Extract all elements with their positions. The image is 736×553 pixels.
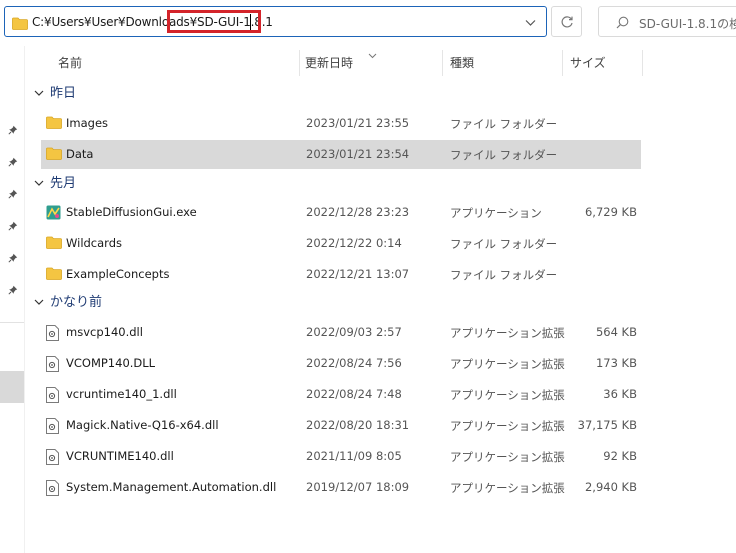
app-icon [46,205,61,223]
file-type: ファイル フォルダー [450,237,558,251]
refresh-button[interactable] [551,6,582,37]
file-size: 92 KB [603,449,637,463]
file-date: 2022/08/20 18:31 [306,418,410,432]
group-label: 先月 [50,176,77,191]
file-type: アプリケーション拡張 [450,450,565,464]
file-row[interactable]: VCOMP140.DLL 2022/08/24 7:56 アプリケーション拡張 … [41,349,641,378]
folder-icon [46,267,62,283]
file-name: Data [66,147,94,161]
group-header-yesterday[interactable]: 昨日 [34,84,76,104]
pin-icon[interactable] [8,284,18,298]
file-date: 2022/12/22 0:14 [306,236,402,250]
file-date: 2023/01/21 23:54 [306,147,410,161]
file-type: アプリケーション拡張 [450,326,565,340]
file-type: アプリケーション拡張 [450,357,565,371]
file-date: 2022/08/24 7:56 [306,356,402,370]
file-name: System.Management.Automation.dll [66,480,277,494]
file-row[interactable]: Images 2023/01/21 23:55 ファイル フォルダー [41,109,641,138]
file-size: 6,729 KB [584,205,637,219]
file-name: Wildcards [66,236,122,250]
file-name: Images [66,116,109,130]
file-size: 2,940 KB [584,480,637,494]
chevron-down-icon [34,293,44,313]
dll-icon [46,449,59,468]
nav-selected-item[interactable] [0,371,24,403]
chevron-down-icon [34,174,44,194]
folder-icon [12,17,28,33]
dll-icon [46,480,59,499]
file-type: アプリケーション拡張 [450,388,565,402]
file-name: StableDiffusionGui.exe [66,205,197,219]
file-date: 2021/11/09 8:05 [306,449,402,463]
file-row[interactable]: Data 2023/01/21 23:54 ファイル フォルダー [41,140,641,169]
file-name: vcruntime140_1.dll [66,387,177,401]
file-name: VCOMP140.DLL [66,356,156,370]
file-row[interactable]: vcruntime140_1.dll 2022/08/24 7:48 アプリケー… [41,380,641,409]
file-type: ファイル フォルダー [450,148,558,162]
folder-icon [46,147,62,163]
toolbar: C:¥Users¥User¥Downloads¥SD-GUI-1.8.1 SD-… [0,0,736,46]
pin-icon[interactable] [8,220,18,234]
file-row[interactable]: StableDiffusionGui.exe 2022/12/28 23:23 … [41,198,641,227]
file-size: 37,175 KB [577,418,637,432]
chevron-down-icon[interactable] [525,16,536,30]
dll-icon [46,387,59,406]
folder-icon [46,236,62,252]
file-type: アプリケーション拡張 [450,481,565,495]
file-name: Magick.Native-Q16-x64.dll [66,418,219,432]
pin-icon[interactable] [8,124,18,138]
group-label: 昨日 [50,86,77,101]
file-row[interactable]: msvcp140.dll 2022/09/03 2:57 アプリケーション拡張 … [41,318,641,347]
column-header-type[interactable]: 種類 [446,50,562,76]
navigation-pane [0,46,24,553]
file-row[interactable]: Magick.Native-Q16-x64.dll 2022/08/20 18:… [41,411,641,440]
file-size: 36 KB [603,387,637,401]
file-row[interactable]: VCRUNTIME140.dll 2021/11/09 8:05 アプリケーショ… [41,442,641,471]
chevron-down-icon [34,84,44,104]
file-name: VCRUNTIME140.dll [66,449,174,463]
file-size: 564 KB [595,325,637,339]
column-header-size[interactable]: サイズ [566,50,642,76]
column-separator[interactable] [299,50,300,76]
group-header-long-ago[interactable]: かなり前 [34,293,102,313]
search-box[interactable]: SD-GUI-1.8.1の検索 [598,6,736,37]
file-date: 2022/12/28 23:23 [306,205,410,219]
text-cursor [250,14,251,30]
file-size: 173 KB [595,356,637,370]
file-date: 2022/12/21 13:07 [306,267,410,281]
file-date: 2019/12/07 18:09 [306,480,410,494]
sort-chevron-icon [368,48,377,62]
file-row[interactable]: Wildcards 2022/12/22 0:14 ファイル フォルダー [41,229,641,258]
address-bar[interactable]: C:¥Users¥User¥Downloads¥SD-GUI-1.8.1 [4,6,547,37]
pin-icon[interactable] [8,188,18,202]
column-separator[interactable] [642,50,643,76]
file-date: 2022/09/03 2:57 [306,325,402,339]
group-label: かなり前 [50,295,103,310]
dll-icon [46,418,59,437]
pin-icon[interactable] [8,156,18,170]
file-date: 2022/08/24 7:48 [306,387,402,401]
column-header-name[interactable]: 名前 [54,50,299,76]
file-row[interactable]: System.Management.Automation.dll 2019/12… [41,473,641,502]
dll-icon [46,325,59,344]
column-separator[interactable] [442,50,443,76]
file-name: msvcp140.dll [66,325,143,339]
highlight-box [167,10,261,33]
file-date: 2023/01/21 23:55 [306,116,410,130]
file-type: アプリケーション [450,206,542,220]
pin-icon[interactable] [8,252,18,266]
file-type: ファイル フォルダー [450,268,558,282]
pane-divider [24,46,25,553]
dll-icon [46,356,59,375]
group-header-last-month[interactable]: 先月 [34,174,76,194]
search-placeholder: SD-GUI-1.8.1の検索 [639,17,736,31]
nav-divider [0,322,24,323]
file-type: アプリケーション拡張 [450,419,565,433]
folder-icon [46,116,62,132]
file-name: ExampleConcepts [66,267,170,281]
file-row[interactable]: ExampleConcepts 2022/12/21 13:07 ファイル フォ… [41,260,641,289]
file-type: ファイル フォルダー [450,117,558,131]
column-separator[interactable] [562,50,563,76]
